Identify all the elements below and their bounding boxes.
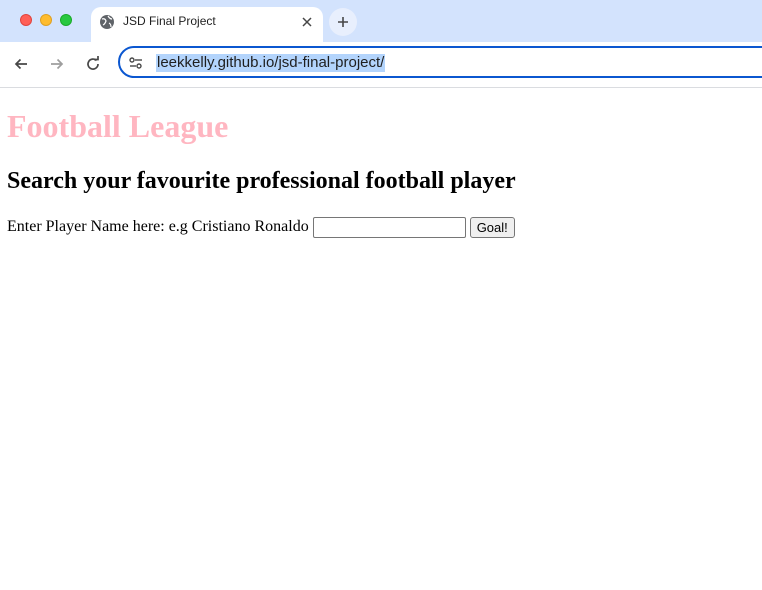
new-tab-button[interactable] <box>329 8 357 36</box>
forward-button[interactable] <box>46 53 68 75</box>
browser-toolbar: leekkelly.github.io/jsd-final-project/ <box>0 42 762 88</box>
search-label: Enter Player Name here: e.g Cristiano Ro… <box>7 218 309 235</box>
window-maximize-button[interactable] <box>60 14 72 26</box>
reload-button[interactable] <box>82 53 104 75</box>
arrow-right-icon <box>51 58 64 70</box>
window-close-button[interactable] <box>20 14 32 26</box>
plus-icon <box>338 17 348 27</box>
reload-icon <box>87 56 99 70</box>
goal-button[interactable]: Goal! <box>469 216 515 238</box>
browser-tab-strip: JSD Final Project <box>0 0 762 42</box>
page-title: Football League <box>7 108 229 144</box>
browser-tab[interactable]: JSD Final Project <box>91 7 323 42</box>
arrow-left-icon <box>14 58 27 70</box>
globe-icon <box>99 14 115 30</box>
search-form: Enter Player Name here: e.g Cristiano Ro… <box>7 216 515 238</box>
tab-close-icon[interactable] <box>297 12 317 32</box>
site-settings-icon[interactable] <box>128 55 144 71</box>
address-bar[interactable]: leekkelly.github.io/jsd-final-project/ <box>118 46 762 78</box>
back-button[interactable] <box>10 53 32 75</box>
tab-title: JSD Final Project <box>123 14 216 28</box>
player-name-input[interactable] <box>312 216 466 238</box>
url-text[interactable]: leekkelly.github.io/jsd-final-project/ <box>156 54 386 72</box>
page-subtitle: Search your favourite professional footb… <box>7 168 516 194</box>
window-minimize-button[interactable] <box>40 14 52 26</box>
page-content: Football League Search your favourite pr… <box>0 88 762 590</box>
